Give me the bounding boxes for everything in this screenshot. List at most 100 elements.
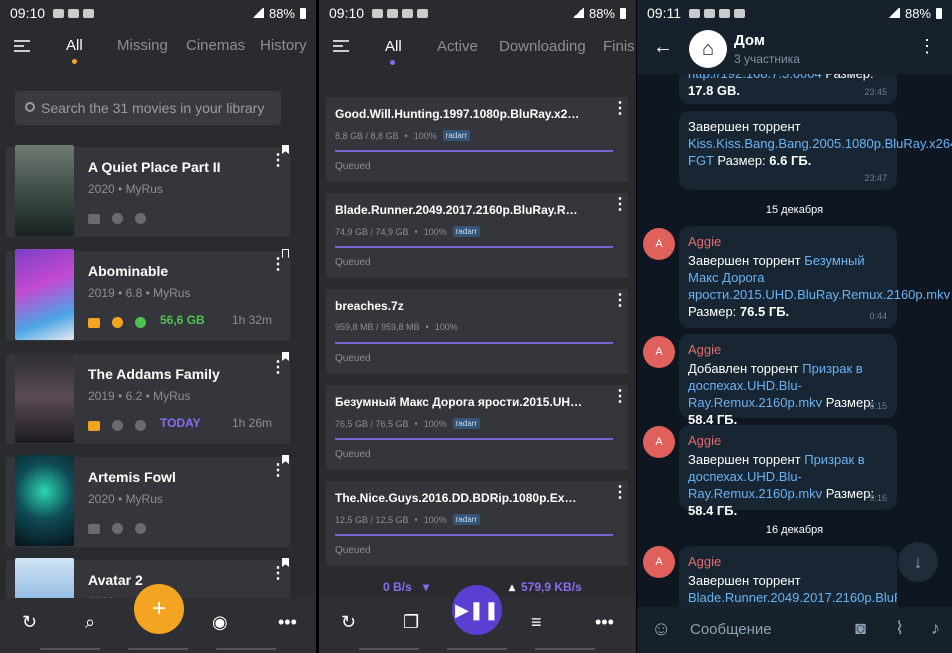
movie-title: The Addams Family (88, 366, 220, 382)
notification-icon (387, 8, 399, 18)
message-link[interactable]: Blade.Runner.2049.2017.2160p.BluRay (688, 590, 897, 605)
message-author[interactable]: Aggie (688, 432, 888, 449)
torrent-card[interactable]: Good.Will.Hunting.1997.1080p.BluRay.x264… (326, 97, 628, 182)
menu-icon[interactable] (14, 40, 30, 52)
emoji-icon[interactable]: ☺ (651, 618, 671, 641)
movie-title: A Quiet Place Part II (88, 159, 221, 175)
chat-panel: 09:11 88% http://192.168.7.5:6004 Размер… (637, 0, 952, 653)
message-prefix: Завершен торрент (688, 119, 801, 134)
refresh-icon[interactable]: ↻ (341, 612, 356, 633)
tab-downloading[interactable]: Downloading (499, 38, 586, 55)
torrent-card[interactable]: Blade.Runner.2049.2017.2160p.BluRay.REMU… (326, 193, 628, 278)
add-movie-button[interactable]: + (134, 584, 184, 634)
home-icon[interactable]: ⌂ (689, 30, 727, 68)
select-all-icon[interactable]: ❐ (403, 612, 419, 633)
movie-card[interactable]: The Addams Family 2019 • 6.2 • MyRus ⋮ T… (6, 352, 290, 444)
torrent-name: The.Nice.Guys.2016.DD.BDRip.1080p.ExKino… (335, 491, 585, 505)
signal-icon (887, 8, 900, 18)
movie-title: Abominable (88, 263, 169, 279)
cinema-icon (112, 523, 123, 534)
back-arrow-icon[interactable]: ← (653, 36, 673, 59)
size-label: Размер: (822, 395, 875, 410)
more-options-icon[interactable]: ⋮ (612, 197, 628, 213)
tab-finished[interactable]: Finis (603, 38, 635, 55)
more-options-icon[interactable]: ⋮ (612, 485, 628, 501)
file-size: 56,6 GB (160, 313, 205, 327)
size-label: Размер: (822, 486, 875, 501)
torrent-percent: 100% (413, 130, 437, 141)
tab-all[interactable]: All (66, 37, 83, 54)
search-icon[interactable]: ⌕ (85, 612, 95, 633)
message-bubble: Завершен торрент Kiss.Kiss.Bang.Bang.200… (679, 111, 952, 190)
message-time: 0:44 (869, 311, 887, 321)
torrent-tag: radarr (452, 418, 481, 429)
torrent-card[interactable]: The.Nice.Guys.2016.DD.BDRip.1080p.ExKino… (326, 481, 628, 566)
avatar[interactable]: A (643, 546, 675, 578)
more-options-icon[interactable]: ⋮ (612, 389, 628, 405)
refresh-icon[interactable]: ↻ (22, 612, 37, 633)
more-icon[interactable]: ••• (595, 612, 614, 633)
more-options-icon[interactable]: ⋮ (612, 101, 628, 117)
status-time: 09:11 (647, 5, 681, 21)
tab-all[interactable]: All (385, 38, 402, 55)
tab-history[interactable]: History (260, 37, 307, 54)
more-options-icon[interactable]: ⋮ (612, 293, 628, 309)
battery-percent: 88% (904, 5, 931, 21)
message-input[interactable]: Сообщение (690, 621, 772, 638)
torrent-tag: radarr (452, 514, 481, 525)
progress-bar (335, 342, 613, 344)
message-time: 23:45 (864, 87, 887, 97)
tab-missing[interactable]: Missing (117, 37, 168, 54)
release-status: TODAY (160, 416, 201, 430)
movie-meta: 2020 • MyRus (88, 492, 163, 506)
tab-active[interactable]: Active (437, 38, 478, 55)
more-options-icon[interactable]: ⋮ (918, 36, 936, 57)
message-author[interactable]: Aggie (688, 233, 888, 250)
message-prefix: Завершен торрент (688, 253, 805, 268)
nav-pill (40, 648, 100, 650)
torrent-percent: 100% (423, 418, 447, 429)
more-options-icon[interactable]: ⋮ (270, 360, 286, 376)
message-bubble: Aggie Завершен торрент Blade.Runner.2049… (679, 546, 897, 608)
more-options-icon[interactable]: ⋮ (270, 463, 286, 479)
notification-icon (53, 8, 65, 18)
sort-icon[interactable]: ≡ (531, 612, 542, 633)
movie-card[interactable]: A Quiet Place Part II 2020 • MyRus ⋮ (6, 145, 290, 237)
downloads-panel: 09:10 88% All Active Downloading Finis G… (319, 0, 636, 653)
torrent-card[interactable]: breaches.7z ⋮ 959,8 MB / 959,8 MB • 100% Q… (326, 289, 628, 374)
signal-icon (251, 8, 264, 18)
size-label: Размер: (713, 153, 770, 168)
torrent-card[interactable]: Безумный Макс Дорога ярости.2015.UHD.Bl.… (326, 385, 628, 470)
search-input[interactable]: Search the 31 movies in your library (15, 91, 281, 125)
avatar[interactable]: A (643, 336, 675, 368)
notification-icon (402, 8, 414, 18)
movie-card[interactable]: Abominable 2019 • 6.8 • MyRus ⋮ 56,6 GB … (6, 249, 290, 341)
date-separator: 16 декабря (765, 524, 824, 536)
progress-bar (335, 246, 613, 248)
signal-icon (571, 8, 584, 18)
notification-icon (68, 8, 80, 18)
message-prefix: Добавлен торрент (688, 361, 803, 376)
avatar[interactable]: A (643, 426, 675, 458)
eye-icon[interactable]: ◉ (212, 612, 228, 633)
microphone-icon[interactable]: ♪ (931, 618, 940, 639)
avatar[interactable]: A (643, 228, 675, 260)
attach-icon[interactable]: ⌇ (895, 618, 904, 639)
movie-card[interactable]: Artemis Fowl 2020 • MyRus ⋮ (6, 455, 290, 547)
more-options-icon[interactable]: ⋮ (270, 257, 286, 273)
message-author[interactable]: Aggie (688, 341, 888, 358)
message-author[interactable]: Aggie (688, 553, 888, 570)
size-label: Размер: (688, 304, 740, 319)
movie-title: Avatar 2 (88, 572, 143, 588)
camera-icon (88, 523, 100, 534)
more-options-icon[interactable]: ⋮ (270, 153, 286, 169)
more-options-icon[interactable]: ⋮ (270, 566, 286, 582)
camera-icon[interactable]: ◙ (855, 618, 866, 639)
tab-cinemas[interactable]: Cinemas (186, 37, 245, 54)
scroll-down-button[interactable]: ↓ (898, 542, 938, 582)
chat-title[interactable]: Дом (734, 32, 765, 49)
notification-icon (689, 8, 700, 18)
menu-icon[interactable] (333, 40, 349, 52)
more-icon[interactable]: ••• (278, 612, 297, 633)
play-pause-button[interactable]: ▶❚❚ (452, 585, 502, 635)
